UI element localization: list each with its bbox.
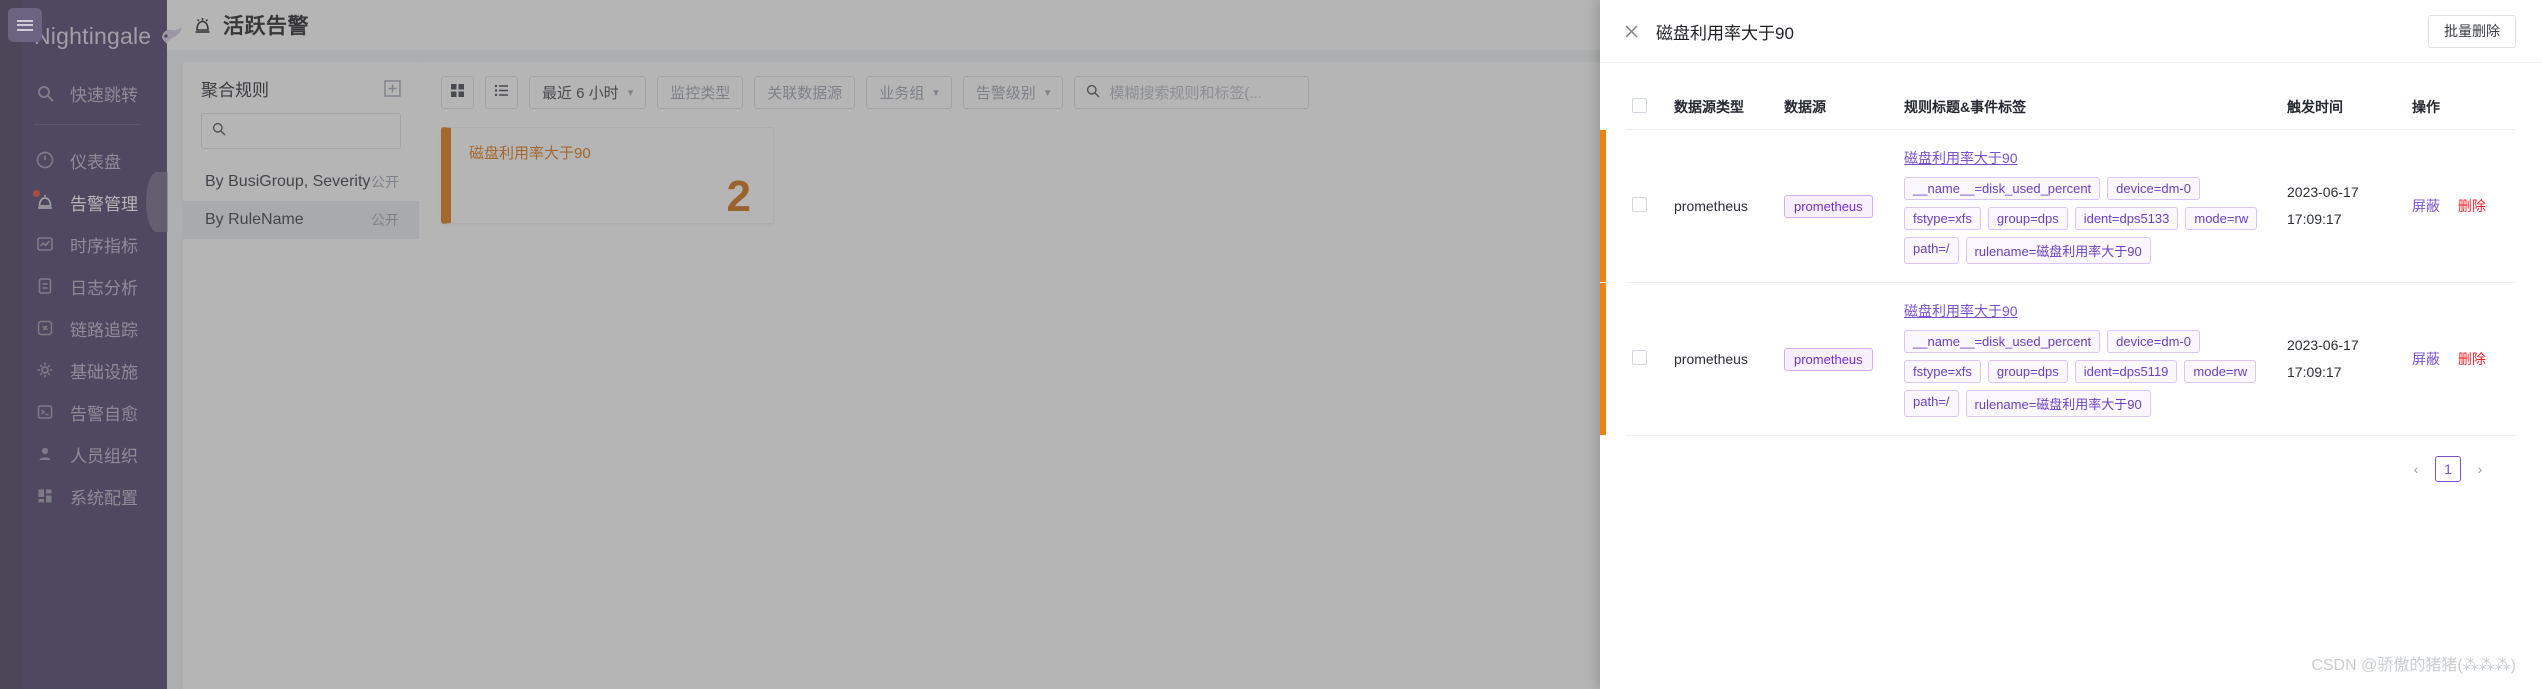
menu-collapse-icon bbox=[17, 17, 33, 33]
datasource-chip: prometheus bbox=[1784, 347, 1873, 371]
event-tag-list: __name__=disk_used_percent device=dm-0 f… bbox=[1904, 177, 2275, 264]
event-tag: fstype=xfs bbox=[1904, 360, 1981, 383]
pagination-next-button[interactable]: › bbox=[2470, 461, 2490, 477]
cell-rule-and-tags: 磁盘利用率大于90 __name__=disk_used_percent dev… bbox=[1898, 129, 2281, 283]
close-x-icon[interactable] bbox=[1622, 22, 1640, 40]
drawer-header: 磁盘利用率大于90 批量删除 bbox=[1600, 0, 2542, 63]
cell-datasource: prometheus bbox=[1778, 282, 1898, 436]
select-all-header bbox=[1626, 85, 1668, 130]
drawer-title: 磁盘利用率大于90 bbox=[1656, 23, 1794, 43]
sidebar-collapse-button[interactable] bbox=[8, 8, 42, 42]
event-tag: __name__=disk_used_percent bbox=[1904, 330, 2101, 353]
event-tag: device=dm-0 bbox=[2107, 330, 2200, 353]
trigger-date: 2023-06-17 bbox=[2287, 184, 2359, 201]
event-tag: ident=dps5119 bbox=[2074, 360, 2178, 383]
cell-datasource: prometheus bbox=[1778, 129, 1898, 283]
cell-trigger-time: 2023-06-17 17:09:17 bbox=[2281, 282, 2406, 436]
alerts-table: 数据源类型 数据源 规则标题&事件标签 触发时间 操作 prometheus p… bbox=[1600, 85, 2516, 436]
mute-action-link[interactable]: 屏蔽 bbox=[2412, 351, 2440, 367]
event-tag: group=dps bbox=[1987, 207, 2068, 230]
rule-title-link[interactable]: 磁盘利用率大于90 bbox=[1904, 148, 2275, 168]
event-tag: rulename=磁盘利用率大于90 bbox=[1965, 237, 2151, 264]
cell-operations: 屏蔽 删除 bbox=[2406, 282, 2516, 436]
alerts-table-header: 数据源类型 数据源 规则标题&事件标签 触发时间 操作 bbox=[1626, 85, 2516, 130]
pagination-prev-button[interactable]: ‹ bbox=[2406, 461, 2426, 477]
cell-rule-and-tags: 磁盘利用率大于90 __name__=disk_used_percent dev… bbox=[1898, 282, 2281, 436]
event-tag: ident=dps5133 bbox=[2074, 207, 2179, 230]
cell-operations: 屏蔽 删除 bbox=[2406, 129, 2516, 283]
alert-detail-drawer: 磁盘利用率大于90 批量删除 数据源类型 数据源 规则标题&事件标签 触发时间 … bbox=[1600, 0, 2542, 689]
event-tag: group=dps bbox=[1987, 360, 2068, 383]
column-header-trigger-time: 触发时间 bbox=[2281, 85, 2406, 130]
row-checkbox[interactable] bbox=[1632, 197, 1647, 212]
event-tag: rulename=磁盘利用率大于90 bbox=[1965, 390, 2151, 417]
trigger-time: 17:09:17 bbox=[2287, 364, 2342, 380]
drawer-body: 数据源类型 数据源 规则标题&事件标签 触发时间 操作 prometheus p… bbox=[1600, 63, 2542, 482]
delete-action-link[interactable]: 删除 bbox=[2458, 198, 2486, 214]
delete-action-link[interactable]: 删除 bbox=[2458, 351, 2486, 367]
cell-trigger-time: 2023-06-17 17:09:17 bbox=[2281, 129, 2406, 283]
mute-action-link[interactable]: 屏蔽 bbox=[2412, 198, 2440, 214]
datasource-chip: prometheus bbox=[1784, 194, 1873, 218]
pagination-page-1[interactable]: 1 bbox=[2435, 456, 2461, 482]
column-header-rule-title-tags: 规则标题&事件标签 bbox=[1898, 85, 2281, 130]
trigger-date: 2023-06-17 bbox=[2287, 337, 2359, 354]
column-header-datasource: 数据源 bbox=[1778, 85, 1898, 130]
cell-datasource-type: prometheus bbox=[1668, 282, 1778, 436]
bulk-delete-button[interactable]: 批量删除 bbox=[2428, 14, 2516, 48]
select-all-checkbox[interactable] bbox=[1632, 98, 1647, 113]
watermark-text: CSDN @骄傲的猪猪(⁂⁂⁂) bbox=[2311, 657, 2516, 674]
event-tag: path=/ bbox=[1904, 237, 1959, 264]
event-tag: device=dm-0 bbox=[2107, 177, 2200, 200]
cell-datasource-type: prometheus bbox=[1668, 129, 1778, 283]
column-header-operations: 操作 bbox=[2406, 85, 2516, 130]
event-tag: __name__=disk_used_percent bbox=[1904, 177, 2101, 200]
alerts-table-body: prometheus prometheus 磁盘利用率大于90 __name__… bbox=[1600, 129, 2516, 436]
trigger-time: 17:09:17 bbox=[2287, 211, 2342, 227]
table-row[interactable]: prometheus prometheus 磁盘利用率大于90 __name__… bbox=[1600, 282, 2516, 436]
table-row[interactable]: prometheus prometheus 磁盘利用率大于90 __name__… bbox=[1600, 129, 2516, 283]
column-header-datasource-type: 数据源类型 bbox=[1668, 85, 1778, 130]
row-select-cell bbox=[1600, 282, 1668, 436]
row-select-cell bbox=[1600, 129, 1668, 283]
event-tag: path=/ bbox=[1904, 390, 1959, 417]
event-tag: mode=rw bbox=[2185, 207, 2258, 230]
pagination: ‹ 1 › bbox=[1626, 436, 2516, 482]
event-tag: fstype=xfs bbox=[1904, 207, 1981, 230]
event-tag: mode=rw bbox=[2184, 360, 2257, 383]
event-tag-list: __name__=disk_used_percent device=dm-0 f… bbox=[1904, 330, 2275, 417]
row-checkbox[interactable] bbox=[1632, 350, 1647, 365]
rule-title-link[interactable]: 磁盘利用率大于90 bbox=[1904, 301, 2275, 321]
